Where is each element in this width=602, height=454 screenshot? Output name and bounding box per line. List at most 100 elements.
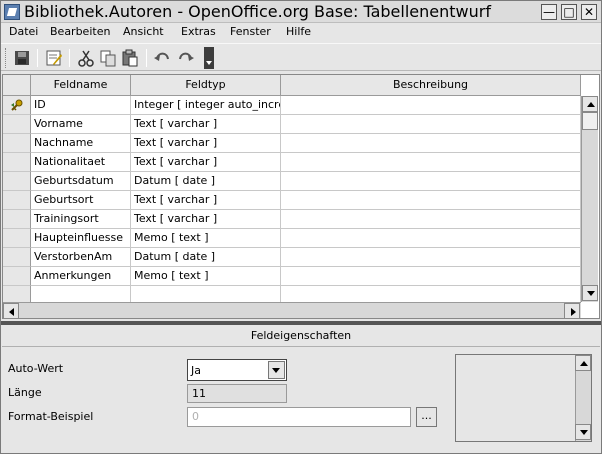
- auto-value-select[interactable]: Ja: [187, 359, 287, 381]
- format-button[interactable]: ...: [416, 407, 437, 427]
- toolbar-separator: [69, 49, 70, 67]
- field-name-cell[interactable]: Geburtsdatum: [31, 172, 131, 191]
- field-name-cell[interactable]: Anmerkungen: [31, 267, 131, 286]
- scroll-up-button[interactable]: [582, 96, 598, 112]
- field-description-cell[interactable]: [281, 153, 581, 172]
- field-type-cell[interactable]: Datum [ date ]: [131, 248, 281, 267]
- table-row[interactable]: Vorname Text [ varchar ]: [3, 115, 581, 134]
- table-row[interactable]: Haupteinfluesse Memo [ text ]: [3, 229, 581, 248]
- field-type-cell[interactable]: Text [ varchar ]: [131, 210, 281, 229]
- field-description-cell[interactable]: [281, 248, 581, 267]
- dropdown-button[interactable]: [268, 361, 285, 379]
- field-description-cell[interactable]: [281, 210, 581, 229]
- field-name-cell[interactable]: Haupteinfluesse: [31, 229, 131, 248]
- undo-icon[interactable]: [153, 49, 171, 67]
- field-type-cell[interactable]: Memo [ text ]: [131, 267, 281, 286]
- field-description-cell[interactable]: [281, 96, 581, 115]
- scroll-right-button[interactable]: [564, 303, 580, 318]
- paste-icon[interactable]: [121, 49, 139, 67]
- table-row[interactable]: Geburtsort Text [ varchar ]: [3, 191, 581, 210]
- field-name-cell[interactable]: Vorname: [31, 115, 131, 134]
- arrow-right-icon: [571, 308, 576, 316]
- table-row[interactable]: Anmerkungen Memo [ text ]: [3, 267, 581, 286]
- field-type-cell[interactable]: Text [ varchar ]: [131, 153, 281, 172]
- field-type-cell[interactable]: Text [ varchar ]: [131, 115, 281, 134]
- redo-icon[interactable]: [177, 49, 195, 67]
- toolbar-grip[interactable]: [5, 48, 7, 68]
- field-description-cell[interactable]: [281, 229, 581, 248]
- minimize-button[interactable]: —: [541, 4, 557, 20]
- row-selector[interactable]: [3, 229, 31, 248]
- column-header-beschreibung[interactable]: Beschreibung: [281, 75, 581, 96]
- column-header-feldtyp[interactable]: Feldtyp: [131, 75, 281, 96]
- table-row[interactable]: Geburtsdatum Datum [ date ]: [3, 172, 581, 191]
- row-selector[interactable]: [3, 267, 31, 286]
- menu-ansicht[interactable]: Ansicht: [123, 25, 164, 39]
- row-selector-header[interactable]: [3, 75, 31, 96]
- row-selector[interactable]: [3, 191, 31, 210]
- field-name-cell[interactable]: Geburtsort: [31, 191, 131, 210]
- toolbar-separator: [37, 49, 38, 67]
- field-type-cell[interactable]: Integer [ integer auto_incre: [131, 96, 281, 115]
- field-name-cell[interactable]: Nationalitaet: [31, 153, 131, 172]
- menu-datei[interactable]: Datei: [9, 25, 38, 39]
- row-selector[interactable]: [3, 96, 31, 115]
- grid-vertical-scrollbar[interactable]: [581, 96, 598, 302]
- grid-header: Feldname Feldtyp Beschreibung: [3, 75, 581, 96]
- field-description-cell[interactable]: [281, 191, 581, 210]
- copy-icon[interactable]: [99, 49, 117, 67]
- openoffice-app-icon[interactable]: [4, 4, 20, 20]
- field-name-cell[interactable]: Nachname: [31, 134, 131, 153]
- format-example-field: 0: [187, 407, 411, 427]
- cut-icon[interactable]: [77, 49, 95, 67]
- column-header-feldname[interactable]: Feldname: [31, 75, 131, 96]
- field-description-cell[interactable]: [281, 115, 581, 134]
- help-scroll-up-button[interactable]: [575, 355, 591, 371]
- row-selector[interactable]: [3, 210, 31, 229]
- table-row[interactable]: VerstorbenAm Datum [ date ]: [3, 248, 581, 267]
- vertical-scroll-thumb[interactable]: [582, 112, 598, 130]
- field-name-cell[interactable]: VerstorbenAm: [31, 248, 131, 267]
- edit-icon[interactable]: [45, 49, 63, 67]
- window-title: Bibliothek.Autoren - OpenOffice.org Base…: [24, 2, 491, 21]
- menu-bearbeiten[interactable]: Bearbeiten: [50, 25, 110, 39]
- table-row[interactable]: Nationalitaet Text [ varchar ]: [3, 153, 581, 172]
- field-type-cell[interactable]: Memo [ text ]: [131, 229, 281, 248]
- menu-extras[interactable]: Extras: [181, 25, 216, 39]
- field-type-cell[interactable]: Text [ varchar ]: [131, 134, 281, 153]
- field-properties-panel: Feldeigenschaften Auto-Wert Ja Länge 11 …: [2, 325, 600, 453]
- auto-value-label: Auto-Wert: [8, 362, 64, 375]
- row-selector[interactable]: [3, 134, 31, 153]
- field-description-cell[interactable]: [281, 172, 581, 191]
- close-button[interactable]: ✕: [581, 4, 597, 20]
- help-vertical-scrollbar[interactable]: [575, 355, 591, 441]
- maximize-button[interactable]: □: [561, 4, 577, 20]
- field-type-cell[interactable]: Datum [ date ]: [131, 172, 281, 191]
- table-row[interactable]: ID Integer [ integer auto_incre: [3, 96, 581, 115]
- field-type-cell[interactable]: Text [ varchar ]: [131, 191, 281, 210]
- scroll-left-button[interactable]: [3, 303, 19, 318]
- help-scroll-down-button[interactable]: [575, 424, 591, 440]
- table-row[interactable]: Nachname Text [ varchar ]: [3, 134, 581, 153]
- table-row[interactable]: Trainingsort Text [ varchar ]: [3, 210, 581, 229]
- row-selector[interactable]: [3, 115, 31, 134]
- arrow-up-icon: [580, 361, 588, 366]
- field-name-cell[interactable]: ID: [31, 96, 131, 115]
- field-description-cell[interactable]: [281, 267, 581, 286]
- auto-value-selected: Ja: [191, 364, 201, 377]
- menu-fenster[interactable]: Fenster: [230, 25, 271, 39]
- row-selector[interactable]: [3, 172, 31, 191]
- toolbar-overflow-button[interactable]: [204, 47, 214, 69]
- save-icon[interactable]: [13, 49, 31, 67]
- row-selector[interactable]: [3, 248, 31, 267]
- menu-hilfe[interactable]: Hilfe: [286, 25, 311, 39]
- field-name-cell[interactable]: Trainingsort: [31, 210, 131, 229]
- title-bar: Bibliothek.Autoren - OpenOffice.org Base…: [1, 1, 601, 23]
- field-description-cell[interactable]: [281, 134, 581, 153]
- length-label: Länge: [8, 386, 42, 399]
- row-selector[interactable]: [3, 153, 31, 172]
- scroll-down-button[interactable]: [582, 285, 598, 301]
- chevron-down-icon: [272, 368, 280, 373]
- field-grid: Feldname Feldtyp Beschreibung ID Integer…: [2, 74, 600, 319]
- grid-horizontal-scrollbar[interactable]: [3, 302, 581, 318]
